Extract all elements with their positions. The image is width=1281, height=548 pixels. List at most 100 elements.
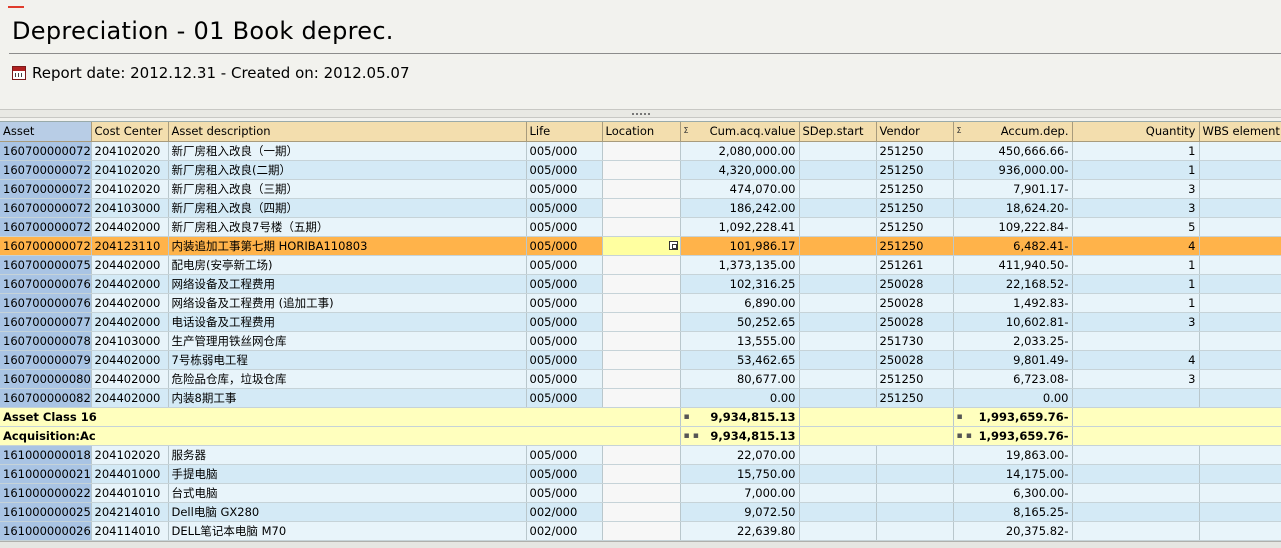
cell-location: [602, 369, 681, 389]
cell-accum-dep: 2,033.25-: [953, 331, 1073, 351]
cell-wbs-element: [1199, 502, 1281, 522]
sum-icon: Σ: [956, 126, 962, 136]
cell-cum-acq-value: 102,316.25: [680, 274, 800, 294]
cell-accum-dep: 450,666.66-: [953, 141, 1073, 161]
subtotal-label: Asset Class 16: [0, 407, 681, 427]
cell-quantity: 3: [1072, 198, 1200, 218]
subtotal-acq-amount: 9,934,815.13: [710, 428, 796, 443]
cell-accum-dep: 8,165.25-: [953, 502, 1073, 522]
table-row[interactable]: 161000000018 204102020 服务器 005/000 22,070.00…: [0, 445, 1281, 465]
cell-wbs-element: [1199, 483, 1281, 503]
splitter-grip-icon[interactable]: [631, 113, 650, 115]
cell-vendor: 250028: [876, 312, 954, 332]
table-row[interactable]: 160700000072 204102020 新厂房租入改良（三期） 005/000 4…: [0, 179, 1281, 199]
cell-life: 005/000: [526, 388, 603, 408]
cell-asset-description: 配电房(安亭新工场): [168, 255, 527, 275]
col-header-accum-dep-label: Accum.dep.: [1000, 124, 1069, 139]
cell-asset: 161000000026: [0, 521, 92, 541]
cell-asset: 160700000072: [0, 217, 92, 237]
cell-life: 005/000: [526, 160, 603, 180]
pane-splitter[interactable]: [0, 109, 1281, 118]
cell-cum-acq-value: 22,639.80: [680, 521, 800, 541]
col-header-cost-center[interactable]: Cost Center: [91, 122, 169, 142]
cell-location: [602, 388, 681, 408]
cell-wbs-element: [1199, 388, 1281, 408]
cell-vendor: [876, 502, 954, 522]
cell-wbs-element: [1199, 236, 1281, 256]
table-row[interactable]: 160700000072 204102020 新厂房租入改良（一期） 005/000 2…: [0, 141, 1281, 161]
table-row[interactable]: 161000000022 204401010 台式电脑 005/000 7,000.00…: [0, 483, 1281, 503]
table-row[interactable]: 160700000072 204102020 新厂房租入改良(二期） 005/000 4…: [0, 160, 1281, 180]
cell-location: [602, 464, 681, 484]
col-header-location[interactable]: Location: [602, 122, 681, 142]
subtotal-level-icon: ▪ ▪: [683, 430, 699, 441]
cell-asset: 160700000075: [0, 255, 92, 275]
table-row-selected[interactable]: 160700000072 204123110 内装追加工事第七期 HORIBA110…: [0, 236, 1281, 256]
table-row[interactable]: 160700000076 204402000 网络设备及工程费用 005/000 102…: [0, 274, 1281, 294]
cell-life: 005/000: [526, 331, 603, 351]
cell-vendor: 251730: [876, 331, 954, 351]
subtotal-level-icon: ▪: [956, 411, 963, 422]
table-row[interactable]: 160700000072 204103000 新厂房租入改良（四期） 005/000 1…: [0, 198, 1281, 218]
cell-accum-dep: 1,492.83-: [953, 293, 1073, 313]
cell-cum-acq-value: 80,677.00: [680, 369, 800, 389]
horizontal-scrollbar[interactable]: [0, 541, 1281, 548]
table-row[interactable]: 161000000025 204214010 Dell电脑 GX280 002/000…: [0, 502, 1281, 522]
cell-location: [602, 350, 681, 370]
subtotal-row[interactable]: Acquisition:Ac ▪ ▪ 9,934,815.13 ▪ ▪ 1,993,65…: [0, 426, 1281, 446]
cell-quantity: 3: [1072, 179, 1200, 199]
cell-sdep-start: [799, 502, 877, 522]
table-row[interactable]: 161000000021 204401000 手提电脑 005/000 15,750.0…: [0, 464, 1281, 484]
col-header-asset-description[interactable]: Asset description: [168, 122, 527, 142]
subtotal-row[interactable]: Asset Class 16 ▪ 9,934,815.13 ▪ 1,993,659.76…: [0, 407, 1281, 427]
table-row[interactable]: 160700000076 204402000 网络设备及工程费用 (追加工事) 005…: [0, 293, 1281, 313]
cell-vendor: [876, 464, 954, 484]
value-help-icon[interactable]: [668, 240, 678, 250]
col-header-asset[interactable]: Asset: [0, 122, 92, 142]
col-header-wbs-element[interactable]: WBS element: [1199, 122, 1281, 142]
cell-accum-dep: 411,940.50-: [953, 255, 1073, 275]
cell-life: 005/000: [526, 445, 603, 465]
cell-asset: 160700000072: [0, 141, 92, 161]
cell-quantity: 1: [1072, 255, 1200, 275]
col-header-accum-dep[interactable]: Σ Accum.dep.: [953, 122, 1073, 142]
cell-quantity: 4: [1072, 350, 1200, 370]
cell-vendor: 251250: [876, 369, 954, 389]
cell-cum-acq-value: 50,252.65: [680, 312, 800, 332]
table-row[interactable]: 160700000079 204402000 7号栋弱电工程 005/000 53,46…: [0, 350, 1281, 370]
grid-header-row: Asset Cost Center Asset description Life…: [0, 122, 1281, 142]
cell-cum-acq-value: 101,986.17: [680, 236, 800, 256]
subtotal-level-icon: ▪ ▪: [956, 430, 972, 441]
cell-asset: 160700000078: [0, 331, 92, 351]
cell-vendor: 251250: [876, 236, 954, 256]
cell-quantity: [1072, 445, 1200, 465]
cell-location[interactable]: [602, 236, 681, 256]
cell-life: 005/000: [526, 274, 603, 294]
table-row[interactable]: 160700000072 204402000 新厂房租入改良7号楼（五期） 005/0…: [0, 217, 1281, 237]
col-header-life[interactable]: Life: [526, 122, 603, 142]
cell-asset-description: 网络设备及工程费用: [168, 274, 527, 294]
cell-accum-dep: 936,000.00-: [953, 160, 1073, 180]
cell-wbs-element: [1199, 274, 1281, 294]
cell-cum-acq-value: 15,750.00: [680, 464, 800, 484]
col-header-sdep-start[interactable]: SDep.start: [799, 122, 877, 142]
table-row[interactable]: 160700000075 204402000 配电房(安亭新工场) 005/000 1,…: [0, 255, 1281, 275]
col-header-cum-acq-value[interactable]: Σ Cum.acq.value: [680, 122, 800, 142]
cell-cost-center: 204402000: [91, 293, 169, 313]
cell-asset: 161000000018: [0, 445, 92, 465]
cell-cost-center: 204214010: [91, 502, 169, 522]
table-row[interactable]: 160700000082 204402000 内装8期工事 005/000 0.00 25…: [0, 388, 1281, 408]
table-row[interactable]: 160700000077 204402000 电话设备及工程费用 005/000 50,…: [0, 312, 1281, 332]
subtotal-dep-amount: 1,993,659.76-: [978, 428, 1069, 443]
cell-wbs-element: [1199, 293, 1281, 313]
table-row[interactable]: 160700000080 204402000 危险品仓库，垃圾仓库 005/000 80…: [0, 369, 1281, 389]
col-header-vendor[interactable]: Vendor: [876, 122, 954, 142]
page-title: Depreciation - 01 Book deprec.: [12, 17, 394, 45]
cell-cum-acq-value: 0.00: [680, 388, 800, 408]
table-row[interactable]: 160700000078 204103000 生产管理用铁丝网仓库 005/000 13…: [0, 331, 1281, 351]
cell-location: [602, 331, 681, 351]
cell-quantity: [1072, 483, 1200, 503]
table-row[interactable]: 161000000026 204114010 DELL笔记本电脑 M70 002/00…: [0, 521, 1281, 541]
col-header-quantity[interactable]: Quantity: [1072, 122, 1200, 142]
cell-cum-acq-value: 474,070.00: [680, 179, 800, 199]
